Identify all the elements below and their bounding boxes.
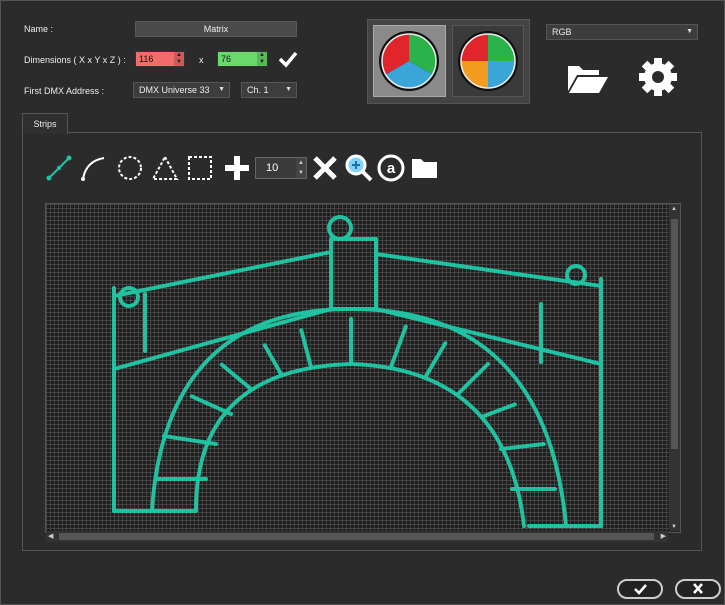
rgb-wheel-icon: [379, 31, 439, 91]
ok-button[interactable]: [617, 579, 663, 599]
rectangle-icon[interactable]: [185, 153, 215, 183]
pixel-matrix-canvas[interactable]: [45, 203, 681, 533]
scroll-down-icon[interactable]: ▼: [671, 524, 677, 530]
rgbw-wheel-icon: [458, 31, 518, 91]
step-value: 10: [266, 162, 279, 174]
chevron-down-icon: ▼: [686, 28, 693, 35]
at-icon[interactable]: a: [376, 153, 406, 183]
dim-x-value: 116: [139, 54, 154, 64]
dimensions-label: Dimensions ( X x Y x Z ) :: [24, 55, 126, 65]
folder-icon[interactable]: [410, 155, 440, 181]
curve-icon[interactable]: [78, 153, 108, 183]
stepper-arrows-icon[interactable]: ▲ ▼: [296, 158, 306, 178]
svg-text:a: a: [387, 160, 396, 177]
check-icon: [634, 584, 647, 595]
dim-y-stepper[interactable]: 76 ▲ ▼: [217, 51, 268, 67]
plus-icon[interactable]: [222, 153, 252, 183]
name-field[interactable]: Matrix: [135, 21, 297, 37]
delete-icon[interactable]: [310, 153, 340, 183]
scroll-left-icon[interactable]: ◀: [48, 532, 53, 540]
stepper-arrows-icon[interactable]: ▲ ▼: [257, 52, 267, 66]
channel-value: Ch. 1: [247, 85, 269, 95]
vertical-scroll-thumb[interactable]: [671, 219, 678, 449]
rgbw-mode-button[interactable]: [452, 25, 524, 97]
horizontal-scrollbar[interactable]: ◀ ▶: [46, 531, 668, 542]
cancel-button[interactable]: [675, 579, 721, 599]
confirm-check-icon[interactable]: [277, 50, 299, 68]
vertical-scrollbar[interactable]: ▲ ▼: [669, 205, 680, 531]
dmx-universe-select[interactable]: DMX Universe 33 ▼: [133, 82, 230, 98]
color-mode-value: RGB: [552, 27, 572, 37]
triangle-icon[interactable]: [150, 153, 180, 183]
dim-separator: x: [199, 55, 204, 65]
chevron-down-icon: ▼: [218, 86, 225, 93]
rgb-mode-button[interactable]: [373, 25, 446, 97]
open-folder-icon[interactable]: [565, 58, 610, 96]
circle-icon[interactable]: [115, 153, 145, 183]
settings-gear-icon[interactable]: [636, 56, 680, 98]
dim-x-stepper[interactable]: 116 ▲ ▼: [135, 51, 185, 67]
close-icon: [693, 583, 703, 594]
horizontal-scroll-thumb[interactable]: [59, 533, 654, 540]
line-icon[interactable]: [44, 153, 74, 183]
scroll-up-icon[interactable]: ▲: [671, 206, 677, 212]
step-stepper[interactable]: 10 ▲ ▼: [255, 157, 307, 179]
strips-drawing: [112, 215, 603, 528]
color-mode-select[interactable]: RGB ▼: [546, 24, 698, 40]
chevron-down-icon: ▼: [285, 86, 292, 93]
scroll-right-icon[interactable]: ▶: [661, 532, 666, 540]
name-label: Name :: [24, 24, 54, 34]
zoom-icon[interactable]: [343, 152, 375, 184]
channel-select[interactable]: Ch. 1 ▼: [241, 82, 297, 98]
first-dmx-label: First DMX Address :: [24, 86, 105, 96]
dim-y-value: 76: [221, 54, 232, 64]
tab-strips[interactable]: Strips: [22, 113, 68, 134]
stepper-arrows-icon[interactable]: ▲ ▼: [174, 52, 184, 66]
dmx-universe-value: DMX Universe 33: [139, 85, 210, 95]
